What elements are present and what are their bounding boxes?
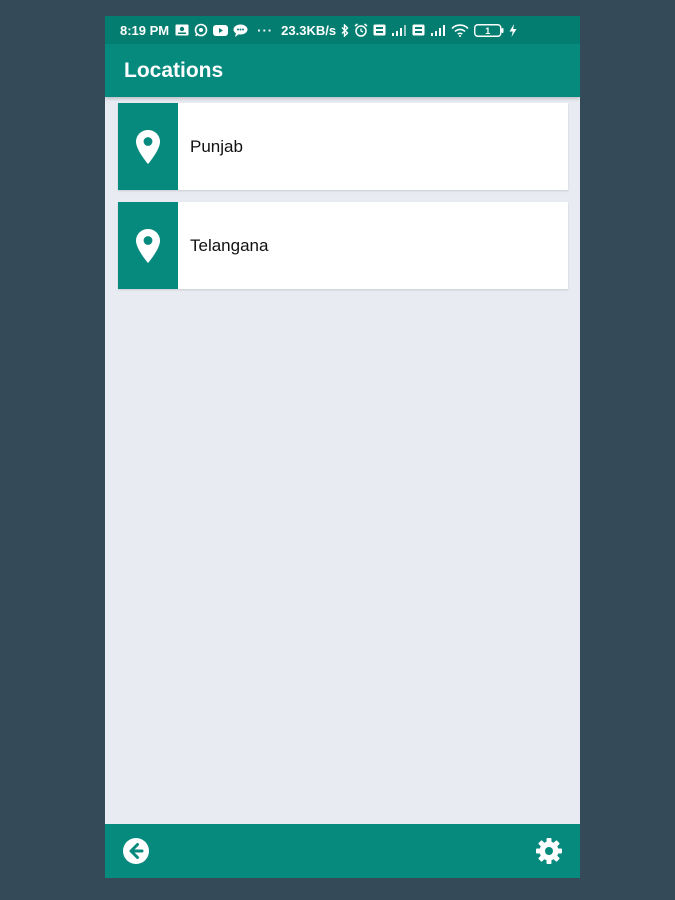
screenshot-icon — [175, 24, 189, 36]
signal-icon — [430, 24, 446, 36]
location-pin-icon — [136, 228, 160, 263]
battery-level: 1 — [485, 26, 490, 36]
wifi-icon — [451, 23, 469, 37]
location-name: Telangana — [190, 235, 269, 255]
network-speed: 23.3KB/s — [281, 22, 337, 38]
location-pin-container — [118, 103, 178, 190]
location-pin-container — [118, 202, 178, 289]
volte-icon — [412, 24, 425, 36]
location-item-punjab[interactable]: Punjab — [118, 103, 568, 190]
status-bar: 8:19 PM ··· 23.3KB/s 1 — [105, 16, 580, 44]
alarm-icon — [354, 23, 368, 37]
page-title: Locations — [124, 58, 224, 82]
bluetooth-icon — [341, 23, 349, 37]
app-bar: Locations — [105, 44, 580, 97]
charging-icon — [509, 23, 517, 37]
bottom-bar — [105, 824, 580, 878]
locations-list: Punjab Telangana — [118, 103, 568, 301]
gear-icon — [536, 838, 562, 864]
signal-icon — [391, 24, 407, 36]
location-item-telangana[interactable]: Telangana — [118, 202, 568, 289]
arrow-left-circle-icon — [123, 838, 149, 864]
back-button[interactable] — [122, 837, 150, 865]
status-time: 8:19 PM — [120, 22, 170, 38]
battery-icon: 1 — [474, 23, 504, 37]
settings-button[interactable] — [535, 837, 563, 865]
phone-screen: 8:19 PM ··· 23.3KB/s 1 Locations Punjab … — [105, 16, 580, 878]
whatsapp-icon — [194, 23, 208, 37]
youtube-icon — [213, 24, 229, 36]
location-pin-icon — [136, 129, 160, 164]
volte-icon — [373, 24, 386, 36]
location-name: Punjab — [190, 136, 243, 156]
more-notifications: ··· — [257, 22, 274, 38]
chat-icon — [233, 24, 248, 37]
